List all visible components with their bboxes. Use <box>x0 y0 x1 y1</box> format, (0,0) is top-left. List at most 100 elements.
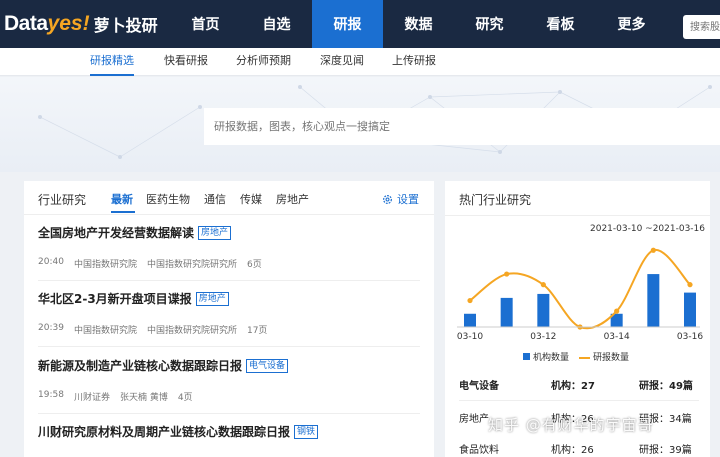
article-title: 新能源及制造产业链核心数据跟踪日报 <box>38 359 243 373</box>
divider <box>459 400 699 401</box>
hot-row-report: 研报：39篇 <box>639 445 692 456</box>
divider <box>38 280 420 281</box>
chart-bar-03-15[interactable] <box>647 274 660 327</box>
nav-item-research[interactable]: 研究 <box>454 0 525 48</box>
divider <box>38 346 420 347</box>
industry-title: 行业研究 <box>38 193 87 207</box>
tab-telecom[interactable]: 通信 <box>204 191 226 207</box>
nav-item-more[interactable]: 更多 <box>596 0 667 48</box>
article-time: 19:58 <box>38 390 64 400</box>
industry-tag[interactable]: 电气设备 <box>246 358 289 373</box>
nav-item-board[interactable]: 看板 <box>525 0 596 48</box>
legend-bar[interactable]: 机构数量 <box>523 350 569 363</box>
article-title: 华北区2-3月新开盘项目谍报 <box>38 292 192 306</box>
divider <box>445 215 710 216</box>
chart-bar-03-11[interactable] <box>500 297 513 327</box>
chart-tick-label: 03-10 <box>457 332 483 342</box>
tab-latest[interactable]: 最新 <box>111 191 133 207</box>
chart-bar-03-10[interactable] <box>464 313 476 327</box>
hot-row-org: 机构：27 <box>551 381 595 392</box>
article-source: 中国指数研究院 <box>73 326 137 336</box>
tab-media[interactable]: 传媒 <box>240 191 262 207</box>
subnav-item-featured[interactable]: 研报精选 <box>90 48 134 76</box>
legend-bar-swatch <box>523 353 530 360</box>
sub-nav: 研报精选 快看研报 分析师预期 深度见闻 上传研报 <box>0 48 720 76</box>
article-title: 川财研究原材料及周期产业链核心数据跟踪日报 <box>38 425 291 439</box>
hot-row-name: 食品饮料 <box>459 445 499 456</box>
chart-tick-label: 03-16 <box>677 332 703 342</box>
nav-items: 首页 自选 研报 数据 研究 看板 更多 <box>170 0 667 48</box>
article-item[interactable]: 川财研究原材料及周期产业链核心数据跟踪日报 钢铁 <box>38 423 420 453</box>
nav-item-data[interactable]: 数据 <box>383 0 454 48</box>
article-item[interactable]: 新能源及制造产业链核心数据跟踪日报 电气设备 19:58 川财证券 张天楠 黄博… <box>38 357 420 412</box>
nav-item-watchlist[interactable]: 自选 <box>241 0 312 48</box>
article-source: 川财证券 <box>73 393 110 403</box>
subnav-item-upload[interactable]: 上传研报 <box>392 48 436 76</box>
article-title-row: 川财研究原材料及周期产业链核心数据跟踪日报 钢铁 <box>38 423 420 440</box>
article-meta: 20:40 中国指数研究院 中国指数研究院研究所 6页 <box>38 257 262 270</box>
article-title: 全国房地产开发经营数据解读 <box>38 226 195 240</box>
legend-line-swatch <box>579 356 591 359</box>
hot-row-report: 研报：49篇 <box>639 381 693 392</box>
article-source: 中国指数研究院 <box>73 260 137 270</box>
article-item[interactable]: 全国房地产开发经营数据解读 房地产 20:40 中国指数研究院 中国指数研究院研… <box>38 224 420 279</box>
chart-point-03-14[interactable] <box>614 308 620 314</box>
subnav-item-analyst-forecast[interactable]: 分析师预期 <box>236 48 291 76</box>
article-time: 20:39 <box>38 323 64 333</box>
watermark: 知乎 @有财华的宇宙哥 <box>488 416 654 434</box>
chart-point-03-15[interactable] <box>650 247 656 253</box>
article-title-row: 新能源及制造产业链核心数据跟踪日报 电气设备 <box>38 357 420 374</box>
industry-tag[interactable]: 房地产 <box>195 291 229 306</box>
article-pages: 6页 <box>246 260 262 270</box>
logo[interactable]: Data yes! 萝卜投研 <box>0 0 170 48</box>
settings-button[interactable]: 设置 <box>382 191 419 207</box>
divider <box>38 413 420 414</box>
legend-bar-label: 机构数量 <box>533 353 570 363</box>
settings-label: 设置 <box>397 193 419 206</box>
industry-tag[interactable]: 房地产 <box>198 225 232 240</box>
industry-research-card: 行业研究 最新 医药生物 通信 传媒 房地产 设置 全国房地产开发经营数据解读 … <box>24 181 434 457</box>
article-org: 中国指数研究院研究所 <box>146 260 237 270</box>
article-meta: 20:39 中国指数研究院 中国指数研究院研究所 17页 <box>38 323 267 336</box>
hot-industry-title: 热门行业研究 <box>459 193 532 207</box>
legend-line-label: 研报数量 <box>593 353 630 363</box>
nav-item-reports[interactable]: 研报 <box>312 0 383 48</box>
industry-tabs: 行业研究 最新 医药生物 通信 传媒 房地产 设置 <box>24 181 434 215</box>
report-search-input[interactable] <box>204 108 720 145</box>
tab-real-estate[interactable]: 房地产 <box>276 191 309 207</box>
article-item[interactable]: 华北区2-3月新开盘项目谍报 房地产 20:39 中国指数研究院 中国指数研究院… <box>38 290 420 345</box>
article-org: 中国指数研究院研究所 <box>146 326 237 336</box>
chart-point-03-16[interactable] <box>687 282 693 288</box>
hot-row-name: 电气设备 <box>459 381 499 392</box>
chart-point-03-10[interactable] <box>467 297 473 304</box>
chart-bar-03-16[interactable] <box>684 292 696 327</box>
industry-tag[interactable]: 钢铁 <box>294 424 319 439</box>
legend-line[interactable]: 研报数量 <box>579 350 629 363</box>
chart-legend: 机构数量 研报数量 <box>523 350 629 363</box>
nav-item-home[interactable]: 首页 <box>170 0 241 48</box>
gear-icon <box>383 194 392 204</box>
article-title-row: 华北区2-3月新开盘项目谍报 房地产 <box>38 290 420 307</box>
top-nav: Data yes! 萝卜投研 首页 自选 研报 数据 研究 看板 更多 <box>0 0 720 48</box>
chart-tick-label: 03-14 <box>604 332 630 342</box>
article-time: 20:40 <box>38 257 64 267</box>
chart-point-03-12[interactable] <box>540 282 546 288</box>
chart-tick-label: 03-12 <box>530 332 556 342</box>
logo-brand-a: Data <box>4 12 48 35</box>
chart-point-03-11[interactable] <box>504 271 510 277</box>
active-tab-indicator <box>111 211 135 213</box>
subnav-item-insights[interactable]: 深度见闻 <box>320 48 364 76</box>
hot-industry-chart: 03-10 03-12 03-14 03-16 <box>457 247 703 342</box>
article-org: 张天楠 黄博 <box>119 393 168 403</box>
article-pages: 17页 <box>246 326 268 336</box>
article-title-row: 全国房地产开发经营数据解读 房地产 <box>38 224 420 241</box>
chart-bar-03-12[interactable] <box>537 293 550 327</box>
logo-brand-b: yes! <box>47 12 90 35</box>
nav-search-input[interactable] <box>683 15 720 39</box>
hot-row-org: 机构：26 <box>551 445 594 456</box>
hot-row-name: 房地产 <box>459 414 489 425</box>
article-meta: 19:58 川财证券 张天楠 黄博 4页 <box>38 390 193 403</box>
logo-brand-cn: 萝卜投研 <box>93 18 158 35</box>
subnav-item-quick-read[interactable]: 快看研报 <box>164 48 208 76</box>
tab-pharma[interactable]: 医药生物 <box>146 191 190 207</box>
